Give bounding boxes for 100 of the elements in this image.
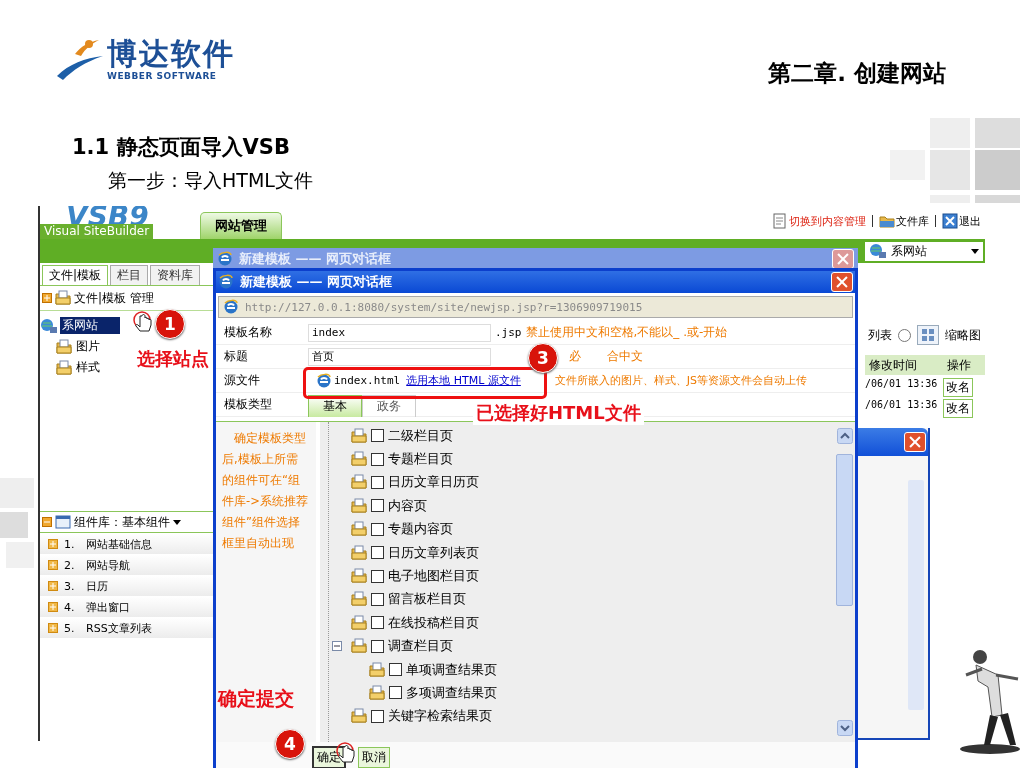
input-field[interactable]: index: [308, 323, 491, 342]
component-name: RSS文章列表: [86, 620, 152, 636]
collapse-icon[interactable]: [42, 517, 52, 527]
component-row[interactable]: 2. 网站导航: [40, 555, 215, 575]
tree-item[interactable]: 系网站: [60, 317, 120, 334]
close-button[interactable]: [904, 432, 926, 452]
page-type-label: 单项调查结果页: [406, 660, 497, 679]
folder-icon: [879, 213, 895, 229]
checkbox[interactable]: [371, 546, 384, 560]
page-type-label: 留言板栏目页: [388, 590, 466, 609]
annotation-caption: 确定提交: [218, 686, 294, 711]
collapse-icon[interactable]: [332, 641, 342, 652]
expand-icon: [48, 539, 58, 549]
component-number: 3.: [64, 579, 76, 593]
component-number: 5.: [64, 621, 76, 635]
component-row[interactable]: 1. 网站基础信息: [40, 534, 215, 554]
folder-icon: [351, 497, 367, 514]
folder-icon: [351, 521, 367, 538]
checkbox[interactable]: [371, 522, 384, 536]
site-dropdown[interactable]: 系网站: [865, 241, 983, 261]
input-field[interactable]: 首页: [308, 347, 491, 366]
component-name: 网站基础信息: [86, 536, 152, 552]
panel-tab[interactable]: 栏目: [110, 265, 149, 285]
folder-icon: [56, 359, 72, 376]
panel-tab[interactable]: 文件|模板: [42, 265, 109, 285]
folder-icon: [351, 614, 367, 631]
dialog-button[interactable]: 取消: [358, 747, 390, 768]
folder-icon: [55, 290, 71, 306]
globe-icon: [40, 317, 58, 334]
expand-icon: [48, 623, 58, 633]
checkbox[interactable]: [371, 429, 384, 443]
checkbox[interactable]: [371, 452, 384, 466]
section-heading: 1.1 静态页面导入VSB: [72, 134, 291, 161]
folder-icon: [351, 708, 367, 725]
tree-item[interactable]: 图片: [74, 338, 102, 355]
folder-icon: [351, 427, 367, 444]
field-label: 源文件: [223, 372, 261, 389]
close-icon: [942, 213, 958, 229]
page-type-label: 日历文章列表页: [388, 543, 479, 562]
rename-button[interactable]: 改名: [943, 399, 973, 418]
hint-text: 文件所嵌入的图片、样式、JS等资源文件会自动上传: [554, 373, 808, 388]
component-number: 1.: [64, 537, 76, 551]
top-link[interactable]: 退出: [942, 213, 981, 229]
expand-icon: [48, 581, 58, 591]
page-type-label: 调查栏目页: [388, 637, 453, 656]
file-link[interactable]: 选用本地 HTML 源文件: [406, 373, 521, 388]
chapter-title: 第二章. 创建网站: [768, 59, 946, 88]
checkbox[interactable]: [371, 709, 384, 723]
component-name: 网站导航: [86, 557, 130, 573]
component-row[interactable]: 5. RSS文章列表: [40, 618, 215, 638]
expand-icon: [48, 560, 58, 570]
caret-icon: [971, 248, 979, 254]
scrollbar-thumb[interactable]: [836, 454, 853, 606]
scroll-up-icon[interactable]: [836, 428, 853, 444]
panel-tab[interactable]: 资料库: [150, 265, 201, 285]
browser-icon: [223, 299, 239, 315]
tree-item[interactable]: 样式: [74, 359, 102, 376]
checkbox[interactable]: [371, 475, 384, 489]
type-tab[interactable]: 政务: [362, 394, 416, 417]
column-header: 操作: [943, 355, 985, 375]
hint-text: 禁止使用中文和空格,不能以_ .或-开始: [525, 324, 728, 341]
folder-icon: [351, 568, 367, 585]
page-type-label: 关键字检索结果页: [388, 707, 492, 726]
logo-subtitle: WEBBER SOFTWARE: [107, 71, 218, 81]
page-type-label: 二级栏目页: [388, 426, 453, 445]
folder-icon: [369, 661, 385, 678]
checkbox[interactable]: [389, 663, 402, 677]
folder-icon: [56, 338, 72, 355]
view-label: 缩略图: [945, 326, 981, 344]
view-label: 列表: [868, 326, 892, 344]
top-link[interactable]: 切换到内容管理: [772, 213, 866, 229]
component-row[interactable]: 4. 弹出窗口: [40, 597, 215, 617]
field-label: 模板类型: [223, 396, 273, 413]
expand-icon[interactable]: [42, 293, 52, 303]
radio-button[interactable]: [898, 328, 911, 342]
expand-icon: [48, 602, 58, 612]
checkbox[interactable]: [389, 686, 402, 700]
scroll-down-icon[interactable]: [836, 720, 853, 736]
close-button[interactable]: [831, 272, 853, 292]
folder-icon: [351, 638, 367, 655]
page-type-label: 电子地图栏目页: [388, 567, 479, 586]
close-button[interactable]: [832, 249, 854, 269]
checkbox[interactable]: [371, 592, 384, 606]
tree-title: 文件|模板 管理: [74, 289, 154, 307]
component-number: 2.: [64, 558, 76, 572]
component-library-title[interactable]: 组件库：基本组件: [74, 513, 170, 531]
checkbox[interactable]: [371, 569, 384, 583]
page-type-label: 专题栏目页: [388, 450, 453, 469]
rename-button[interactable]: 改名: [943, 378, 973, 397]
browser-icon: [218, 274, 234, 290]
html-file-icon: [316, 372, 332, 389]
checkbox[interactable]: [371, 499, 384, 513]
address-text: http://127.0.0.1:8080/system/site/newjsp.jsp?r=1306909719015: [245, 300, 643, 314]
checkbox[interactable]: [371, 639, 384, 653]
dialog-title: 新建模板 —— 网页对话框: [239, 250, 393, 268]
checkbox[interactable]: [371, 616, 384, 630]
document-icon: [772, 213, 788, 229]
main-tab[interactable]: 网站管理: [200, 212, 282, 239]
folder-icon: [351, 474, 367, 491]
top-link[interactable]: 文件库: [879, 213, 929, 229]
